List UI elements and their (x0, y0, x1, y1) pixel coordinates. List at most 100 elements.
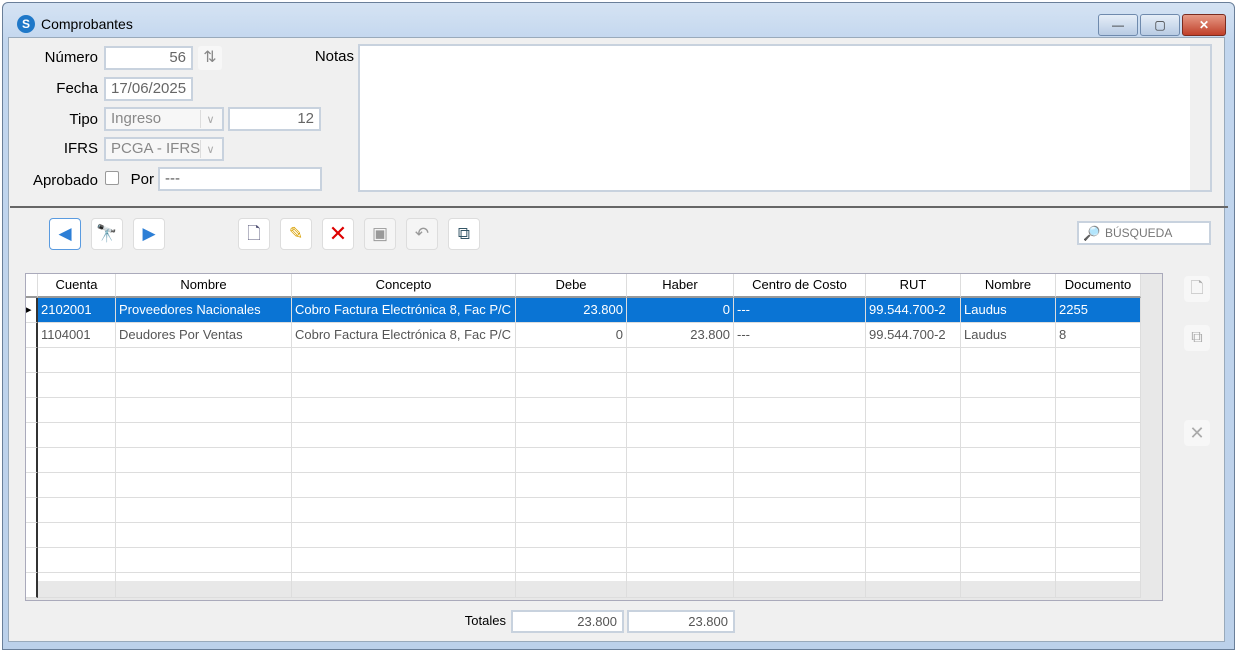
empty-cell[interactable] (116, 348, 292, 373)
empty-cell[interactable] (38, 473, 116, 498)
close-button[interactable]: ✕ (1182, 14, 1226, 36)
table-cell[interactable]: 99.544.700-2 (866, 298, 961, 323)
empty-cell[interactable] (734, 573, 866, 598)
empty-cell[interactable] (292, 373, 516, 398)
column-header[interactable]: Nombre (116, 274, 292, 298)
empty-cell[interactable] (292, 348, 516, 373)
empty-cell[interactable] (627, 548, 734, 573)
row-selector[interactable] (26, 423, 38, 448)
empty-cell[interactable] (38, 348, 116, 373)
empty-cell[interactable] (116, 473, 292, 498)
empty-cell[interactable] (516, 448, 627, 473)
empty-cell[interactable] (961, 473, 1056, 498)
empty-cell[interactable] (38, 448, 116, 473)
empty-cell[interactable] (627, 423, 734, 448)
empty-cell[interactable] (866, 373, 961, 398)
empty-cell[interactable] (1056, 498, 1141, 523)
empty-cell[interactable] (516, 473, 627, 498)
table-cell[interactable]: 23.800 (516, 298, 627, 323)
fecha-field[interactable]: 17/06/2025 (104, 77, 193, 101)
row-selector[interactable] (26, 548, 38, 573)
delete-row-button[interactable]: ✕ (1184, 420, 1210, 446)
row-selector[interactable] (26, 398, 38, 423)
empty-cell[interactable] (1056, 473, 1141, 498)
empty-cell[interactable] (734, 373, 866, 398)
delete-button[interactable]: ✕ (322, 218, 354, 250)
column-header[interactable]: Concepto (292, 274, 516, 298)
empty-cell[interactable] (627, 398, 734, 423)
empty-cell[interactable] (866, 398, 961, 423)
empty-cell[interactable] (1056, 548, 1141, 573)
empty-cell[interactable] (734, 523, 866, 548)
table-cell[interactable]: Proveedores Nacionales (116, 298, 292, 323)
empty-cell[interactable] (292, 573, 516, 598)
empty-cell[interactable] (38, 498, 116, 523)
empty-cell[interactable] (627, 348, 734, 373)
empty-cell[interactable] (38, 423, 116, 448)
aprobado-checkbox[interactable] (105, 171, 119, 185)
column-header[interactable]: Debe (516, 274, 627, 298)
empty-cell[interactable] (116, 448, 292, 473)
empty-cell[interactable] (1056, 348, 1141, 373)
empty-cell[interactable] (116, 373, 292, 398)
empty-cell[interactable] (866, 523, 961, 548)
empty-cell[interactable] (961, 498, 1056, 523)
table-cell[interactable]: 1104001 (38, 323, 116, 348)
table-cell[interactable]: Cobro Factura Electrónica 8, Fac P/C (292, 298, 516, 323)
row-selector[interactable]: ▸ (26, 298, 38, 323)
empty-cell[interactable] (38, 548, 116, 573)
empty-cell[interactable] (1056, 573, 1141, 598)
row-selector[interactable] (26, 498, 38, 523)
empty-cell[interactable] (292, 448, 516, 473)
row-selector[interactable] (26, 448, 38, 473)
refresh-icon[interactable]: ⇅ (198, 46, 222, 70)
column-header[interactable]: RUT (866, 274, 961, 298)
table-cell[interactable]: 8 (1056, 323, 1141, 348)
empty-cell[interactable] (627, 448, 734, 473)
empty-cell[interactable] (116, 573, 292, 598)
empty-cell[interactable] (292, 398, 516, 423)
empty-cell[interactable] (961, 573, 1056, 598)
empty-cell[interactable] (1056, 398, 1141, 423)
tipo-number-field[interactable]: 12 (228, 107, 321, 131)
row-selector[interactable] (26, 323, 38, 348)
empty-cell[interactable] (961, 398, 1056, 423)
find-button[interactable]: 🔭 (91, 218, 123, 250)
empty-cell[interactable] (734, 423, 866, 448)
empty-cell[interactable] (866, 573, 961, 598)
empty-cell[interactable] (516, 498, 627, 523)
table-cell[interactable]: 0 (627, 298, 734, 323)
empty-cell[interactable] (961, 373, 1056, 398)
empty-cell[interactable] (292, 523, 516, 548)
empty-cell[interactable] (627, 498, 734, 523)
notas-scrollbar[interactable] (1190, 46, 1210, 190)
undo-button[interactable]: ↶ (406, 218, 438, 250)
empty-cell[interactable] (734, 498, 866, 523)
empty-cell[interactable] (734, 473, 866, 498)
notas-textarea[interactable] (358, 44, 1212, 192)
empty-cell[interactable] (961, 448, 1056, 473)
empty-cell[interactable] (1056, 523, 1141, 548)
empty-cell[interactable] (116, 523, 292, 548)
empty-cell[interactable] (627, 473, 734, 498)
maximize-button[interactable]: ▢ (1140, 14, 1180, 36)
empty-cell[interactable] (516, 573, 627, 598)
numero-field[interactable]: 56 (104, 46, 193, 70)
table-cell[interactable]: Laudus (961, 298, 1056, 323)
empty-cell[interactable] (961, 348, 1056, 373)
ifrs-select[interactable]: PCGA - IFRS ∨ (104, 137, 224, 161)
table-cell[interactable]: 0 (516, 323, 627, 348)
row-selector[interactable] (26, 373, 38, 398)
empty-cell[interactable] (516, 398, 627, 423)
column-header[interactable]: Documento (1056, 274, 1141, 298)
table-cell[interactable]: 2102001 (38, 298, 116, 323)
empty-cell[interactable] (1056, 373, 1141, 398)
add-row-button[interactable]: 🗋 (1184, 276, 1210, 302)
empty-cell[interactable] (516, 348, 627, 373)
empty-cell[interactable] (627, 573, 734, 598)
table-cell[interactable]: Deudores Por Ventas (116, 323, 292, 348)
save-button[interactable]: ▣ (364, 218, 396, 250)
empty-cell[interactable] (627, 523, 734, 548)
empty-cell[interactable] (866, 498, 961, 523)
copy-button[interactable]: ⧉ (448, 218, 480, 250)
